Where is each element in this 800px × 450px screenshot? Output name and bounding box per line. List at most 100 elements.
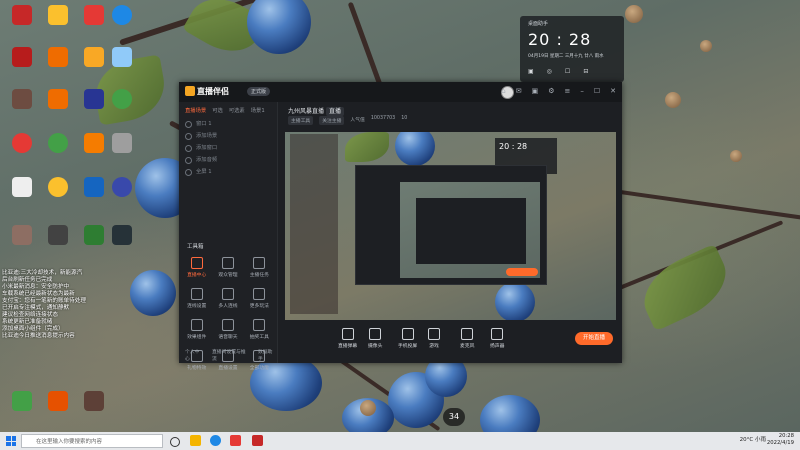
visibility-icon[interactable] [185,157,192,164]
control-button[interactable]: 游戏 [428,328,440,349]
desktop-icon[interactable] [102,46,142,82]
clock-action-icon[interactable]: ⊟ [583,68,588,75]
window-titlebar[interactable]: 直播伴侣 正式版 ⌂ ✉ ▣ ⚙ ≡ – ☐ ✕ [179,82,622,102]
visibility-icon[interactable] [185,169,192,176]
edge-icon[interactable] [210,435,221,446]
visibility-icon[interactable] [185,145,192,152]
windows-start-icon[interactable] [6,436,16,446]
control-icon [341,328,354,340]
notification-item: 小米最新消息：安全防护中 [2,284,70,290]
toolbox-item[interactable]: 观众管理 [212,257,243,278]
room-tag[interactable]: 直播 [325,107,344,116]
live-counter-badge[interactable]: 34 [443,408,465,426]
room-info-item: 10 [401,116,408,121]
tool-label: 效果组件 [187,335,207,340]
maximize-icon[interactable]: ☐ [594,87,600,95]
live-companion-window: 直播伴侣 正式版 ⌂ ✉ ▣ ⚙ ≡ – ☐ ✕ 直播场景 可选 可选素 场景1… [179,82,622,371]
desktop-icon[interactable] [38,4,78,40]
settings-icon[interactable]: ⚙ [548,87,554,95]
notification-item: 添加桌面小组件（完成） [2,326,64,332]
toolbox-item[interactable]: 连线设置 [181,288,212,309]
minimize-icon[interactable]: – [580,87,584,95]
desktop-icon[interactable] [2,46,42,82]
tool-label: 观众管理 [218,273,238,278]
tab-scene1[interactable]: 场景1 [251,106,265,114]
clock-action-icon[interactable]: ◎ [547,68,552,75]
tool-label: 全部功能 [249,366,269,371]
footer-tab[interactable]: 数据助手 [258,348,277,362]
scene-item[interactable]: 窗口 1 [179,118,277,130]
toolbox-item[interactable]: 直播中心 [181,257,212,278]
control-button[interactable]: 直播弹幕 [338,328,357,349]
desktop-icon[interactable] [38,46,78,82]
tab-material[interactable]: 可选素 [229,106,245,114]
start-live-button[interactable]: 开始直播 [575,332,613,345]
notification-item: 建议检查网络连接状态 [2,312,58,318]
desktop-icon[interactable] [102,88,142,124]
desktop-icon[interactable] [38,132,78,168]
scene-item[interactable]: 添加场景 [179,130,277,142]
desktop-icon[interactable] [2,132,42,168]
live-preview[interactable]: 20 : 28 [285,132,616,320]
toolbox-item[interactable]: 抽奖工具 [244,319,275,340]
scene-item[interactable]: 添加窗口 [179,142,277,154]
app-logo-icon [185,86,195,96]
tool-icon [253,319,266,331]
live-app-icon[interactable] [252,435,263,446]
taskbar-clock[interactable]: 20:28 2022/4/19 [767,433,794,447]
scene-item[interactable]: 全屏 1 [179,166,277,178]
footer-tab[interactable]: 个人中心 [185,348,204,362]
desktop-icon[interactable] [38,176,78,212]
task-view-icon[interactable] [170,437,180,447]
clock-widget-title: 桌面助手 [528,21,549,27]
desktop-icon[interactable] [38,88,78,124]
control-button[interactable]: 摄像头 [368,328,382,349]
control-button[interactable]: 扬声器 [490,328,504,349]
tool-label: 语音聊天 [218,335,238,340]
desktop-icon[interactable] [2,88,42,124]
control-icon [461,328,474,340]
toolbox-item[interactable]: 效果组件 [181,319,212,340]
version-badge[interactable]: 正式版 [247,87,271,96]
control-button[interactable]: 手机投屏 [398,328,417,349]
desktop-icon[interactable] [2,224,42,260]
visibility-icon[interactable] [185,121,192,128]
camera-icon[interactable]: ▣ [532,87,539,95]
desktop-icon[interactable] [2,390,42,426]
room-info-item[interactable]: 关注主播 [319,116,345,125]
toolbox-item[interactable]: 主播任务 [244,257,275,278]
gift-icon[interactable]: ⌂ [501,87,505,95]
desktop-icon[interactable] [102,132,142,168]
desktop-icon[interactable] [102,176,142,212]
desktop-icon[interactable] [2,4,42,40]
desktop-icon[interactable] [74,390,114,426]
message-icon[interactable]: ✉ [516,87,522,95]
store-icon[interactable] [230,435,241,446]
desktop-icon[interactable] [102,224,142,260]
desktop-icons: 比亚迪:三大冷却技术，新能源汽 后台刷新任务已完成 小米最新消息：安全防护中 车… [2,2,132,428]
clock-action-icon[interactable]: ☐ [565,68,570,75]
tab-option[interactable]: 可选 [212,106,223,114]
toolbox-heading: 工具箱 [187,244,204,250]
toolbox-item[interactable]: 多人连线 [212,288,243,309]
tab-scene[interactable]: 直播场景 [185,106,206,114]
room-info-item[interactable]: 主播工具 [288,116,314,125]
desktop-icon[interactable] [38,224,78,260]
toolbox-item[interactable]: 更多玩法 [244,288,275,309]
visibility-icon[interactable] [185,133,192,140]
toolbox-item[interactable]: 语音聊天 [212,319,243,340]
taskbar-search-input[interactable]: 在这里输入你要搜索的内容 [21,434,163,448]
desktop-icon[interactable] [102,4,142,40]
scene-item[interactable]: 添加音频 [179,154,277,166]
notification-item: 已开启专注模式，通知静默 [2,305,70,311]
menu-icon[interactable]: ≡ [564,87,570,95]
clock-action-icon[interactable]: ▣ [528,68,534,75]
weather-tray[interactable]: 20°C 小雨 [740,435,766,443]
tool-icon [190,288,203,300]
desktop-icon[interactable] [38,390,78,426]
close-icon[interactable]: ✕ [610,87,616,95]
file-explorer-icon[interactable] [190,435,201,446]
control-button[interactable]: 麦克风 [460,328,474,349]
desktop-icon[interactable] [2,176,42,212]
footer-tab[interactable]: 直播间设置与推流 [212,348,250,362]
